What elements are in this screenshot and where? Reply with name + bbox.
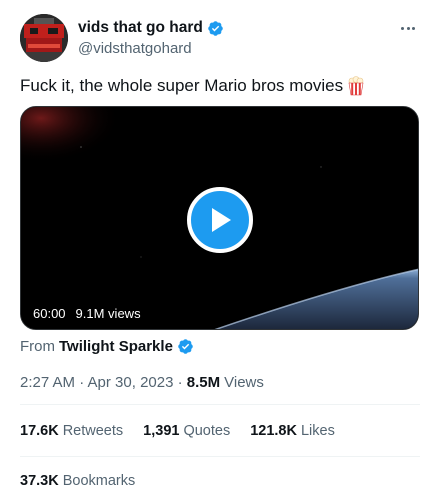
views-count: 8.5M <box>186 373 221 391</box>
display-name-row: vids that go hard <box>78 18 224 38</box>
bookmarks-stat[interactable]: 37.3K Bookmarks <box>20 470 135 492</box>
display-name[interactable]: vids that go hard <box>78 19 203 37</box>
retweets-count: 17.6K <box>20 423 59 439</box>
engagement-stats: 17.6K Retweets 1,391 Quotes 121.8K Likes <box>20 420 355 442</box>
views-label: Views <box>224 373 264 391</box>
verified-badge-icon <box>208 20 223 36</box>
tweet-meta: 2:27 AM · Apr 30, 2023 · 8.5M Views <box>20 372 264 392</box>
verified-badge-icon <box>178 338 193 354</box>
quotes-count: 1,391 <box>143 423 180 439</box>
bookmarks-count: 37.3K <box>20 473 59 489</box>
play-icon <box>212 208 231 232</box>
play-button[interactable] <box>187 187 253 253</box>
video-player[interactable]: 60:00 9.1M views <box>20 106 419 330</box>
likes-label: Likes <box>300 423 335 439</box>
author-handle[interactable]: @vidsthatgohard <box>78 40 224 57</box>
popcorn-icon <box>348 76 364 96</box>
source-name[interactable]: Twilight Sparkle <box>59 338 173 355</box>
source-prefix: From <box>20 337 55 355</box>
tweet-card: vids that go hard @vidsthatgohard Fuck i… <box>0 0 440 500</box>
divider <box>20 456 420 457</box>
video-overlay: 60:00 9.1M views <box>33 301 141 325</box>
media-source: From Twilight Sparkle <box>20 336 194 356</box>
more-options-icon[interactable] <box>396 16 420 40</box>
divider <box>20 404 420 405</box>
video-views: 9.1M views <box>75 305 141 321</box>
retweets-label: Retweets <box>62 423 124 439</box>
timestamp[interactable]: 2:27 AM · Apr 30, 2023 · <box>20 374 187 391</box>
tweet-text: Fuck it, the whole super Mario bros movi… <box>20 76 344 95</box>
likes-stat[interactable]: 121.8K Likes <box>250 423 335 439</box>
quotes-label: Quotes <box>183 423 231 439</box>
avatar[interactable] <box>20 14 68 62</box>
tweet-text-row: Fuck it, the whole super Mario bros movi… <box>20 74 420 98</box>
bookmarks-label: Bookmarks <box>62 473 136 489</box>
video-duration: 60:00 <box>33 305 66 321</box>
author-names: vids that go hard @vidsthatgohard <box>78 18 224 57</box>
retweets-stat[interactable]: 17.6K Retweets <box>20 423 123 439</box>
likes-count: 121.8K <box>250 423 297 439</box>
tweet-header: vids that go hard @vidsthatgohard <box>20 14 420 64</box>
quotes-stat[interactable]: 1,391 Quotes <box>143 423 230 439</box>
